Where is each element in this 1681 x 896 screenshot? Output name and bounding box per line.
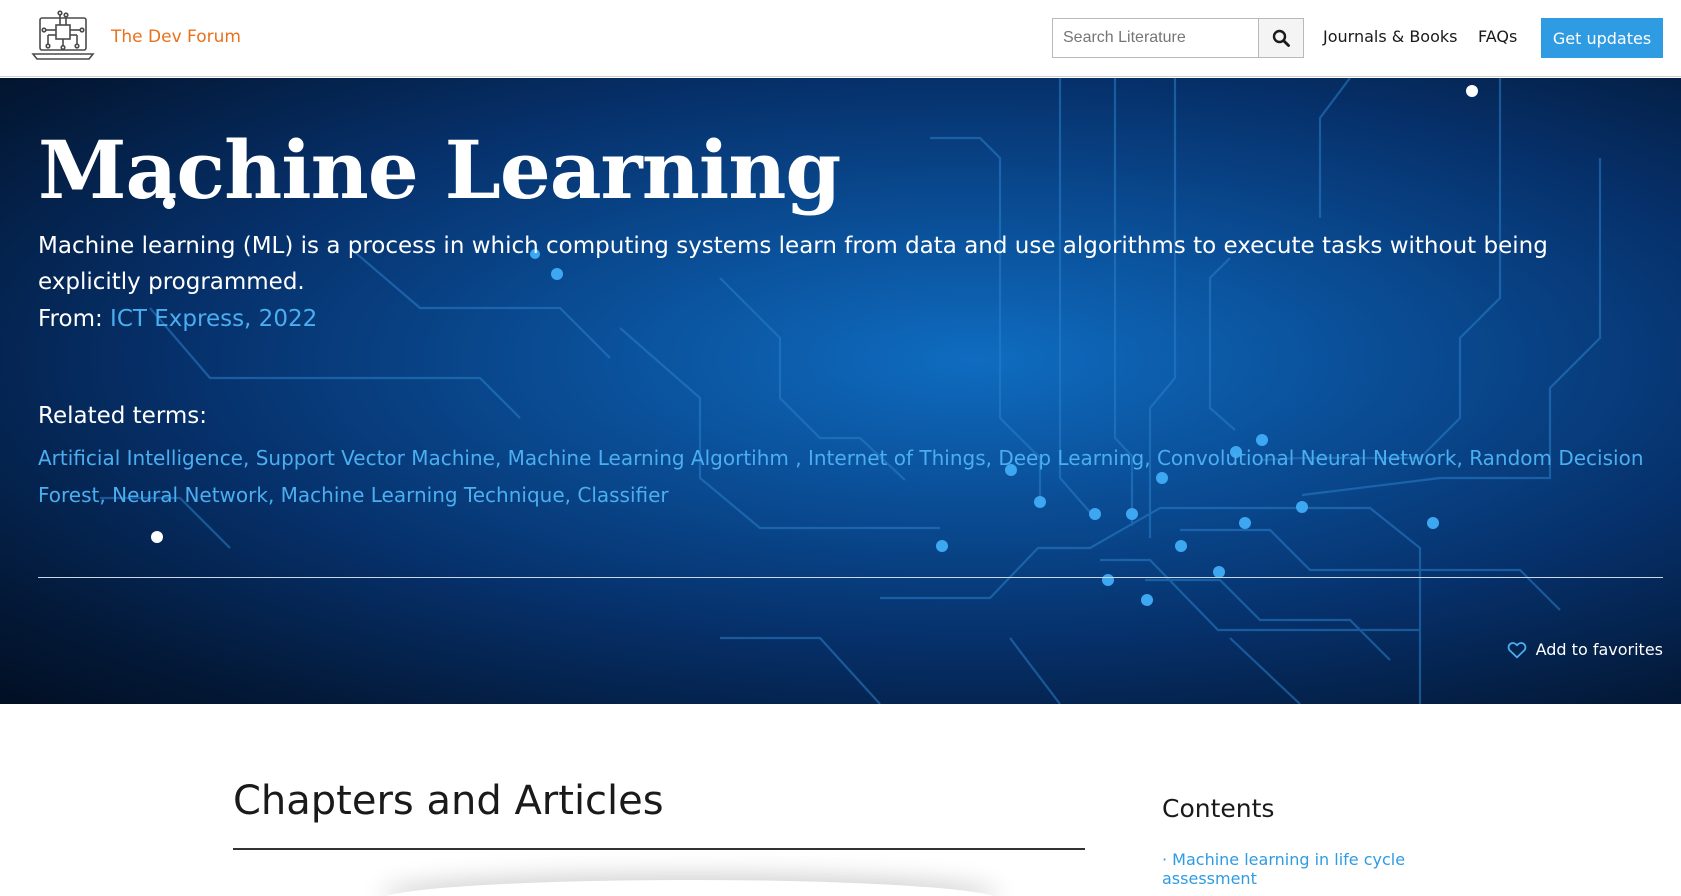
article-card-edge [380,880,1000,896]
source-label: From: [38,306,103,332]
topic-definition: Machine learning (ML) is a process in wh… [38,233,1548,295]
source-link[interactable]: ICT Express, 2022 [110,306,317,332]
page-title: Machine Learning [38,123,841,217]
related-term-link[interactable]: Deep Learning [998,446,1144,470]
get-updates-button[interactable]: Get updates [1541,18,1663,58]
topic-hero: Machine Learning Machine learning (ML) i… [0,78,1681,704]
heart-outline-icon [1507,641,1526,658]
related-term-link[interactable]: Support Vector Machine [256,446,495,470]
site-name-link[interactable]: The Dev Forum [111,27,241,47]
related-term-link[interactable]: Machine Learning Algortihm [508,446,796,470]
nav-faqs[interactable]: FAQs [1478,27,1517,46]
site-header: The Dev Forum Journals & Books FAQs Get … [0,0,1681,77]
related-term-link[interactable]: Internet of Things [808,446,986,470]
add-to-favorites-button[interactable]: Add to favorites [1507,640,1663,659]
related-term-link[interactable]: Classifier [577,483,668,507]
source-line: From: ICT Express, 2022 [38,306,317,332]
search-button[interactable] [1258,18,1304,58]
search-input[interactable] [1052,18,1258,58]
add-to-favorites-label: Add to favorites [1535,640,1663,659]
site-logo-icon[interactable] [30,10,96,62]
chapters-divider [233,848,1085,850]
related-term-link[interactable]: Machine Learning Technique [281,483,565,507]
related-term-link[interactable]: Artificial Intelligence [38,446,243,470]
nav-journals-books[interactable]: Journals & Books [1323,27,1457,46]
related-terms-list: Artificial Intelligence, Support Vector … [38,446,1644,507]
related-term-link[interactable]: Neural Network [112,483,268,507]
search-icon [1272,29,1290,47]
related-term-link[interactable]: Convolutional Neural Network [1157,446,1457,470]
hero-divider [38,577,1663,578]
related-terms-heading: Related terms: [38,403,208,429]
chapters-articles-heading: Chapters and Articles [233,778,664,824]
contents-heading: Contents [1162,794,1275,823]
contents-item-link[interactable]: · Machine learning in life cycle assessm… [1162,850,1442,888]
